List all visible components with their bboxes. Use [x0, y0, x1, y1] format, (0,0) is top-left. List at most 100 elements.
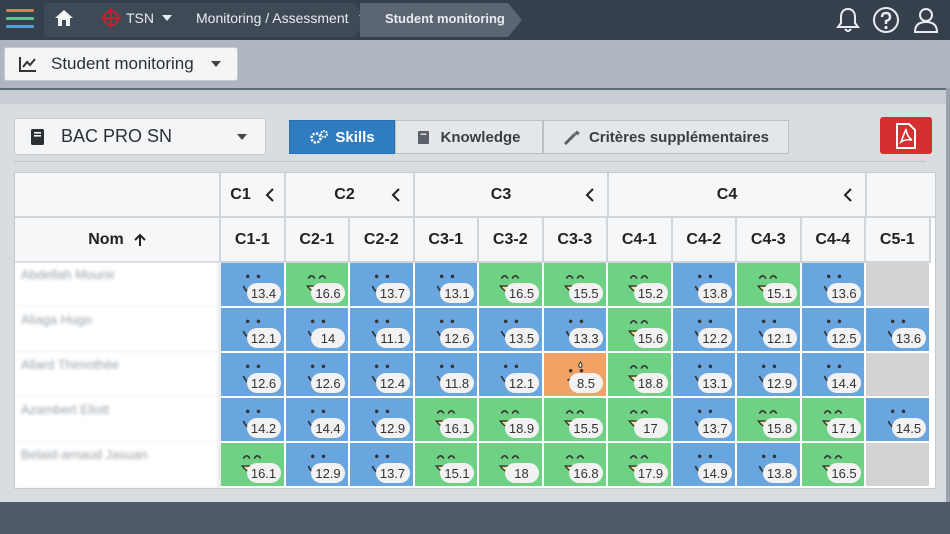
- score-cell[interactable]: 15.1: [737, 263, 802, 308]
- column-header[interactable]: C2-2: [350, 218, 415, 263]
- breadcrumb-monitoring[interactable]: Monitoring / Assessment: [196, 0, 369, 36]
- column-header[interactable]: C4-1: [608, 218, 673, 263]
- group-label: C1: [230, 185, 251, 203]
- score-cell[interactable]: 12.1: [479, 353, 544, 398]
- help-icon[interactable]: [872, 6, 900, 34]
- score-value: 13.8: [698, 283, 732, 303]
- view-select[interactable]: Student monitoring: [4, 47, 238, 81]
- student-name[interactable]: Azambert Eliott: [15, 398, 221, 443]
- score-cell[interactable]: 15.6: [608, 308, 673, 353]
- top-bar: TSN Monitoring / Assessment Student moni…: [0, 0, 950, 40]
- group-header-c2[interactable]: C2: [286, 173, 415, 218]
- score-cell[interactable]: 13.4: [221, 263, 286, 308]
- column-header[interactable]: C3-1: [414, 218, 479, 263]
- score-cell[interactable]: 11.1: [350, 308, 415, 353]
- score-value: 13.6: [891, 328, 926, 348]
- score-cell[interactable]: 8.5: [543, 353, 608, 398]
- score-cell[interactable]: 14.9: [672, 443, 737, 488]
- score-cell[interactable]: 12.9: [737, 353, 802, 398]
- score-cell[interactable]: 13.6: [866, 308, 931, 353]
- menu-icon[interactable]: [6, 6, 34, 34]
- score-cell[interactable]: 11.8: [414, 353, 479, 398]
- score-cell[interactable]: 17.9: [608, 443, 673, 488]
- score-cell[interactable]: 12.2: [672, 308, 737, 353]
- column-header[interactable]: C3-2: [479, 218, 544, 263]
- score-cell[interactable]: 13.8: [737, 443, 802, 488]
- column-header[interactable]: C4-3: [737, 218, 802, 263]
- score-cell[interactable]: 13.7: [672, 398, 737, 443]
- tab-bar: Skills Knowledge Critères supplémentaire…: [289, 120, 789, 154]
- group-header-c3[interactable]: C3: [415, 173, 609, 218]
- column-header[interactable]: C4-4: [801, 218, 866, 263]
- group-header-c1[interactable]: C1: [221, 173, 286, 218]
- name-column-header[interactable]: Nom: [15, 218, 221, 263]
- score-cell[interactable]: 12.1: [737, 308, 802, 353]
- user-icon[interactable]: [912, 6, 940, 34]
- column-header[interactable]: C4-2: [672, 218, 737, 263]
- bell-icon[interactable]: [834, 6, 862, 34]
- score-cell[interactable]: 18.9: [479, 398, 544, 443]
- score-cell[interactable]: 12.4: [350, 353, 415, 398]
- score-cell[interactable]: 12.6: [221, 353, 286, 398]
- score-cell[interactable]: 13.7: [350, 443, 415, 488]
- score-cell[interactable]: 17.1: [801, 398, 866, 443]
- column-header[interactable]: C2-1: [285, 218, 350, 263]
- score-value: 12.2: [698, 328, 732, 348]
- column-header[interactable]: C3-3: [543, 218, 608, 263]
- column-header[interactable]: C1-1: [221, 218, 286, 263]
- group-label: C4: [716, 185, 738, 203]
- score-cell[interactable]: 12.6: [414, 308, 479, 353]
- score-cell[interactable]: 12.9: [350, 398, 415, 443]
- score-cell[interactable]: 18: [479, 443, 544, 488]
- score-cell[interactable]: 14.4: [285, 398, 350, 443]
- score-cell[interactable]: 12.5: [801, 308, 866, 353]
- score-value: 15.1: [440, 463, 474, 483]
- score-cell[interactable]: 13.5: [479, 308, 544, 353]
- score-value: 13.1: [698, 373, 732, 393]
- group-header-c4[interactable]: C4: [609, 173, 867, 218]
- student-name[interactable]: Aliaga Hugo: [15, 308, 221, 353]
- score-value: 15.5: [569, 283, 603, 303]
- score-cell[interactable]: 13.7: [350, 263, 415, 308]
- score-cell[interactable]: 13.6: [801, 263, 866, 308]
- score-cell[interactable]: 13.3: [543, 308, 608, 353]
- breadcrumb-student-monitoring[interactable]: Student monitoring: [385, 0, 505, 36]
- export-pdf-button[interactable]: [880, 117, 932, 154]
- student-name[interactable]: Abdellah Mounir: [15, 263, 221, 308]
- home-icon[interactable]: [54, 0, 76, 36]
- score-cell[interactable]: 16.5: [479, 263, 544, 308]
- score-cell[interactable]: 12.6: [285, 353, 350, 398]
- score-cell[interactable]: 15.2: [608, 263, 673, 308]
- score-cell[interactable]: 16.5: [801, 443, 866, 488]
- score-cell[interactable]: 13.1: [414, 263, 479, 308]
- column-header[interactable]: C5-1: [866, 218, 931, 263]
- score-cell[interactable]: 15.5: [543, 398, 608, 443]
- tab-knowledge[interactable]: Knowledge: [395, 120, 543, 154]
- tab-criteres[interactable]: Critères supplémentaires: [543, 120, 789, 154]
- score-cell[interactable]: 15.1: [414, 443, 479, 488]
- score-value: 15.5: [569, 418, 603, 438]
- name-header-label: Nom: [88, 230, 124, 248]
- score-cell[interactable]: 15.5: [543, 263, 608, 308]
- score-cell[interactable]: 14.5: [866, 398, 931, 443]
- score-cell[interactable]: 13.1: [672, 353, 737, 398]
- breadcrumb-tsn[interactable]: TSN: [100, 0, 172, 36]
- student-name[interactable]: Allard Thimothée: [15, 353, 221, 398]
- score-cell[interactable]: 16.8: [543, 443, 608, 488]
- page-scrollbar[interactable]: [946, 40, 950, 502]
- score-cell[interactable]: 12.9: [285, 443, 350, 488]
- score-cell[interactable]: 14.2: [221, 398, 286, 443]
- score-cell[interactable]: 16.6: [285, 263, 350, 308]
- score-cell[interactable]: 13.8: [672, 263, 737, 308]
- student-name[interactable]: Belaid-arnaud Jasuan: [15, 443, 221, 488]
- score-cell[interactable]: 14.4: [801, 353, 866, 398]
- diploma-select[interactable]: BAC PRO SN: [14, 118, 266, 155]
- score-cell[interactable]: 16.1: [414, 398, 479, 443]
- score-cell[interactable]: 14: [285, 308, 350, 353]
- score-cell[interactable]: 16.1: [221, 443, 286, 488]
- score-cell[interactable]: 15.8: [737, 398, 802, 443]
- score-cell[interactable]: 18.8: [608, 353, 673, 398]
- tab-skills[interactable]: Skills: [289, 120, 395, 154]
- score-cell[interactable]: 17: [608, 398, 673, 443]
- score-cell[interactable]: 12.1: [221, 308, 286, 353]
